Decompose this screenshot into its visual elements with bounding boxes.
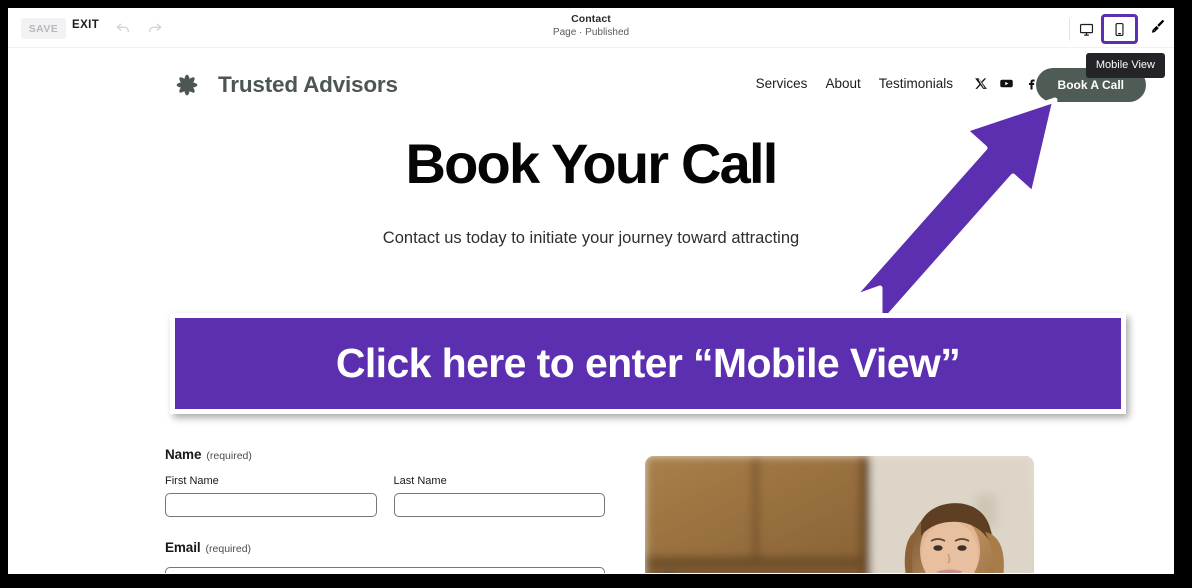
page-info: Contact Page · Published (8, 13, 1174, 38)
nav-item-about[interactable]: About (825, 76, 860, 91)
social-links (975, 76, 1038, 91)
instruction-banner-text: Click here to enter “Mobile View” (335, 340, 961, 386)
paintbrush-icon (1149, 18, 1166, 40)
name-label: Name (165, 447, 202, 462)
instruction-banner: Click here to enter “Mobile View” (170, 313, 1126, 414)
last-name-input[interactable] (393, 493, 605, 517)
asterisk-flower-logo-icon (169, 67, 205, 103)
mobile-phone-icon (1112, 22, 1127, 37)
site-logo[interactable]: Trusted Advisors (169, 67, 398, 103)
email-label: Email (165, 540, 201, 555)
contact-form: Name (required) First Name Last Name Ema… (165, 446, 605, 573)
email-label-row: Email (required) (165, 539, 605, 557)
contact-photo (645, 456, 1034, 573)
name-inputs-row: First Name Last Name (165, 475, 605, 517)
x-twitter-icon[interactable] (975, 77, 988, 90)
desktop-view-button[interactable] (1070, 16, 1103, 42)
hero-section: Book Your Call Contact us today to initi… (8, 136, 1174, 251)
page-title: Contact (571, 13, 611, 25)
page-status: Page · Published (552, 27, 630, 38)
smiling-woman-portrait (645, 456, 1034, 573)
first-name-input[interactable] (165, 493, 377, 517)
style-editor-button[interactable] (1146, 18, 1168, 40)
name-required-tag: (required) (206, 450, 252, 462)
first-name-label: First Name (165, 475, 219, 487)
nav-item-services[interactable]: Services (756, 76, 808, 91)
last-name-field: Last Name (393, 475, 605, 517)
hero-subtitle: Contact us today to initiate your journe… (382, 229, 800, 247)
last-name-label: Last Name (393, 475, 447, 487)
email-input[interactable] (165, 567, 605, 573)
desktop-monitor-icon (1079, 22, 1094, 37)
first-name-field: First Name (165, 475, 377, 517)
site-navigation: Services About Testimonials (756, 76, 1038, 91)
email-required-tag: (required) (205, 543, 252, 555)
editor-toolbar: SAVE EXIT Contact Page · Published Mobil… (8, 8, 1174, 78)
youtube-icon[interactable] (999, 76, 1014, 91)
mobile-view-tooltip: Mobile View (1085, 53, 1165, 78)
brand-name: Trusted Advisors (218, 72, 398, 97)
nav-item-testimonials[interactable]: Testimonials (879, 76, 953, 91)
site-header: Trusted Advisors Services About Testimon… (8, 48, 1174, 118)
email-field-group: Email (required) (165, 539, 605, 573)
name-label-row: Name (required) (165, 446, 605, 464)
view-mode-toggle (1069, 14, 1138, 44)
hero-title: Book Your Call (405, 132, 778, 195)
editor-window: SAVE EXIT Contact Page · Published Mobil… (8, 8, 1174, 574)
name-field-group: Name (required) First Name Last Name (165, 446, 605, 517)
mobile-view-button[interactable] (1101, 14, 1138, 44)
site-preview-canvas: Trusted Advisors Services About Testimon… (8, 48, 1174, 573)
